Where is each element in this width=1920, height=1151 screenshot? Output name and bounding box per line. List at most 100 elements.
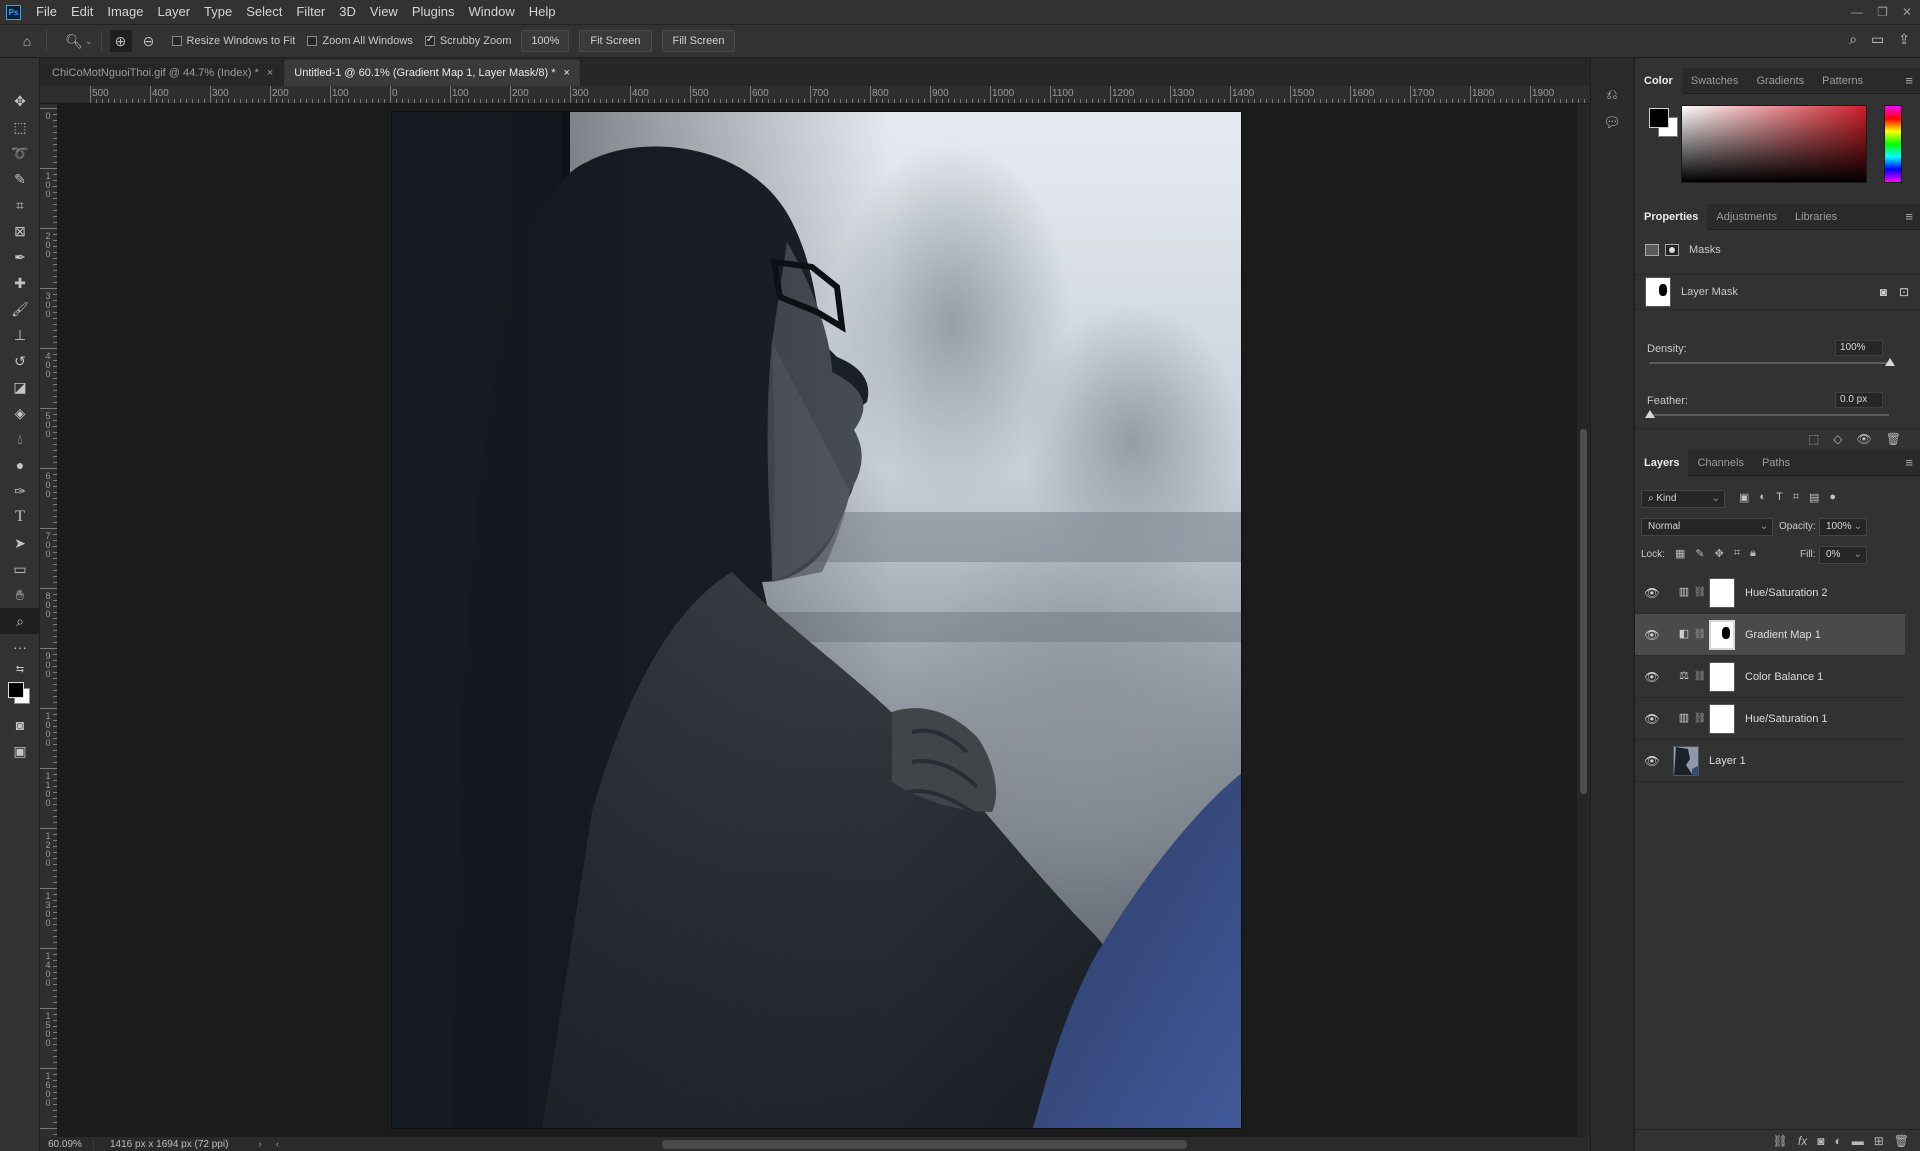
menu-image[interactable]: Image — [100, 0, 150, 24]
tab-properties[interactable]: Properties — [1635, 203, 1708, 230]
dodge-tool-icon[interactable]: ● — [0, 452, 40, 478]
lock-pixels-icon[interactable]: ✎ — [1695, 547, 1704, 560]
layer-mask-thumbnail[interactable] — [1709, 703, 1735, 734]
lasso-tool-icon[interactable]: ➰ — [0, 140, 40, 166]
visibility-eye-icon[interactable]: 👁︎ — [1635, 712, 1669, 726]
history-brush-tool-icon[interactable]: ↺ — [0, 348, 40, 374]
vector-mask-icon[interactable] — [1665, 244, 1679, 256]
layer-mask-thumbnail[interactable] — [1709, 661, 1735, 692]
crop-tool-icon[interactable]: ⌗ — [0, 192, 40, 218]
layer-mask-thumbnail[interactable] — [1709, 619, 1735, 650]
layer-style-fx-icon[interactable]: fx — [1798, 1134, 1807, 1148]
clone-stamp-tool-icon[interactable]: ⊥ — [0, 322, 40, 348]
smart-object-filter-icon[interactable]: ▤ — [1809, 491, 1819, 504]
link-layers-icon[interactable]: ⛓︎ — [1773, 1134, 1788, 1148]
healing-brush-tool-icon[interactable]: ✚ — [0, 270, 40, 296]
delete-mask-icon[interactable]: 🗑︎ — [1886, 432, 1901, 446]
rectangle-tool-icon[interactable]: ▭ — [0, 556, 40, 582]
panel-menu-icon[interactable]: ≡ — [1905, 204, 1913, 230]
move-tool-icon[interactable]: ✥ — [0, 88, 40, 114]
layer-name[interactable]: Color Balance 1 — [1745, 671, 1823, 683]
pixel-mask-icon[interactable] — [1645, 244, 1659, 256]
eyedropper-tool-icon[interactable]: ✒ — [0, 244, 40, 270]
tab-document-2[interactable]: Untitled-1 @ 60.1% (Gradient Map 1, Laye… — [284, 60, 581, 86]
history-panel-icon[interactable]: ⎌ — [1591, 80, 1633, 108]
tab-adjustments[interactable]: Adjustments — [1707, 204, 1786, 230]
brush-tool-icon[interactable]: 🖌︎ — [0, 296, 40, 322]
shape-filter-icon[interactable]: ⌗ — [1793, 491, 1799, 504]
type-tool-icon[interactable]: T — [0, 504, 40, 530]
layer-image-thumbnail[interactable] — [1673, 745, 1699, 776]
horizontal-scrollbar-thumb[interactable] — [662, 1140, 1187, 1149]
visibility-eye-icon[interactable]: 👁︎ — [1635, 670, 1669, 684]
close-icon[interactable]: ✕ — [1902, 5, 1912, 19]
tab-channels[interactable]: Channels — [1688, 450, 1752, 476]
blend-mode-select[interactable]: Normal ⌄ — [1641, 518, 1773, 536]
menu-plugins[interactable]: Plugins — [405, 0, 462, 24]
workspace-icon[interactable]: ▭ — [1871, 31, 1884, 48]
pen-tool-icon[interactable]: ✑ — [0, 478, 40, 504]
blur-tool-icon[interactable]: 💧︎ — [0, 426, 40, 452]
visibility-eye-icon[interactable]: 👁︎ — [1635, 586, 1669, 600]
zoom-tool-preset-icon[interactable]: 🔍︎ — [63, 30, 85, 52]
share-icon[interactable]: ⇪ — [1898, 31, 1910, 48]
feather-slider[interactable] — [1649, 414, 1889, 416]
visibility-eye-icon[interactable]: 👁︎ — [1635, 754, 1669, 768]
path-selection-tool-icon[interactable]: ➤ — [0, 530, 40, 556]
density-input[interactable]: 100% — [1835, 340, 1883, 356]
checkbox-box[interactable] — [171, 36, 182, 46]
zoom-100-button[interactable]: 100% — [521, 30, 570, 52]
document-info[interactable]: 1416 px x 1694 px (72 ppi) — [94, 1139, 228, 1150]
quick-selection-tool-icon[interactable]: ✎ — [0, 166, 40, 192]
tab-paths[interactable]: Paths — [1753, 450, 1799, 476]
zoom-all-windows-checkbox[interactable]: Zoom All Windows — [307, 35, 413, 47]
tab-layers[interactable]: Layers — [1635, 449, 1689, 476]
lock-all-icon[interactable]: 🔒︎ — [1750, 547, 1756, 560]
minimize-icon[interactable]: — — [1851, 5, 1863, 19]
close-tab-icon[interactable]: × — [564, 67, 570, 79]
fill-screen-button[interactable]: Fill Screen — [661, 30, 736, 52]
home-icon[interactable]: ⌂ — [16, 30, 38, 52]
checkbox-box[interactable] — [307, 36, 318, 46]
lock-artboard-icon[interactable]: ⌗ — [1734, 547, 1740, 560]
vertical-scrollbar[interactable] — [1577, 104, 1590, 1137]
apply-mask-icon[interactable]: ◇ — [1833, 432, 1842, 446]
layer-row[interactable]: 👁︎ ▥ ⛓︎ Hue/Saturation 1 — [1635, 698, 1905, 740]
new-layer-icon[interactable]: ⊞ — [1874, 1134, 1884, 1148]
menu-window[interactable]: Window — [461, 0, 521, 24]
visibility-eye-icon[interactable]: 👁︎ — [1635, 628, 1669, 642]
swap-colors-icon[interactable]: ⇆ — [0, 660, 40, 678]
add-mask-icon[interactable]: ◙ — [1817, 1134, 1824, 1148]
canvas-area[interactable] — [58, 104, 1590, 1137]
color-picker-field[interactable] — [1681, 105, 1867, 183]
layer-name[interactable]: Hue/Saturation 2 — [1745, 587, 1828, 599]
panel-menu-icon[interactable]: ≡ — [1905, 450, 1913, 476]
marquee-tool-icon[interactable]: ⬚ — [0, 114, 40, 140]
scrubby-zoom-checkbox[interactable]: Scrubby Zoom — [424, 34, 511, 47]
close-tab-icon[interactable]: × — [267, 67, 273, 79]
layer-row[interactable]: 👁︎ ⚖︎ ⛓︎ Color Balance 1 — [1635, 656, 1905, 698]
screen-mode-icon[interactable]: ▣ — [0, 738, 40, 764]
layer-row[interactable]: 👁︎ Layer 1 — [1635, 740, 1905, 782]
menu-file[interactable]: File — [29, 0, 64, 24]
lock-position-icon[interactable]: ✥ — [1715, 547, 1724, 560]
foreground-color-swatch[interactable] — [1649, 108, 1669, 128]
delete-layer-icon[interactable]: 🗑︎ — [1894, 1134, 1909, 1148]
more-tools-icon[interactable]: ··· — [0, 634, 40, 660]
scrollbar-thumb[interactable] — [1580, 429, 1587, 794]
hue-slider[interactable] — [1884, 105, 1902, 183]
tab-patterns[interactable]: Patterns — [1813, 68, 1872, 94]
tab-document-1[interactable]: ChiCoMotNguoiThoi.gif @ 44.7% (Index) * … — [42, 60, 285, 86]
hand-tool-icon[interactable]: ✋︎ — [0, 582, 40, 608]
link-chain-icon[interactable]: ⛓︎ — [1693, 671, 1707, 682]
density-slider-knob[interactable] — [1885, 358, 1895, 366]
eraser-tool-icon[interactable]: ◪ — [0, 374, 40, 400]
link-chain-icon[interactable]: ⛓︎ — [1693, 587, 1707, 598]
layer-name[interactable]: Gradient Map 1 — [1745, 629, 1821, 641]
link-chain-icon[interactable]: ⛓︎ — [1693, 713, 1707, 724]
type-filter-icon[interactable]: T — [1776, 491, 1783, 504]
pixel-filter-icon[interactable]: ▣ — [1739, 491, 1749, 504]
menu-select[interactable]: Select — [239, 0, 289, 24]
layer-filter-kind[interactable]: ⌕ Kind ⌄ — [1641, 490, 1725, 508]
new-group-icon[interactable]: ▬ — [1852, 1134, 1864, 1148]
